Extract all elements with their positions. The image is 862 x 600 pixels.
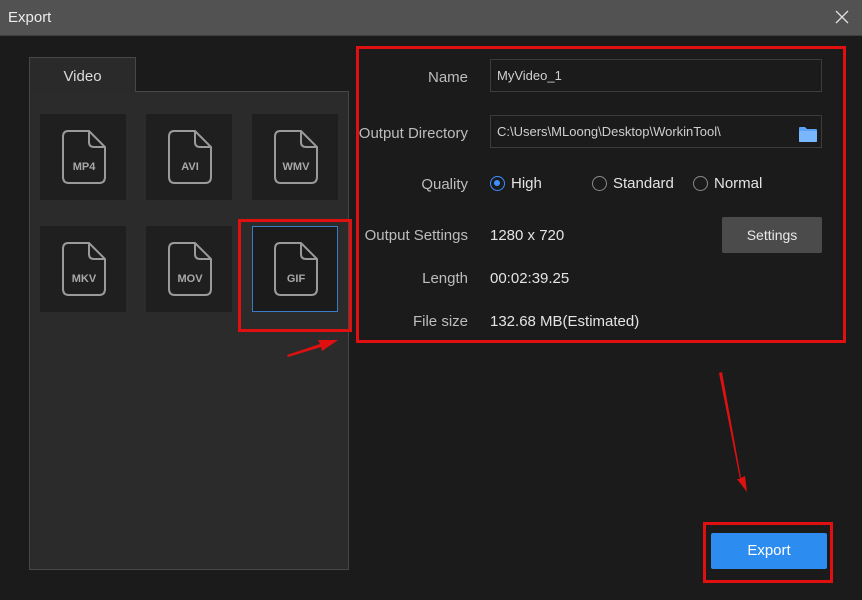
output-settings-label: Output Settings: [364, 227, 468, 244]
name-input-value: MyVideo_1: [497, 68, 562, 83]
format-wmv[interactable]: WMV: [252, 114, 338, 200]
settings-button[interactable]: Settings: [722, 217, 822, 253]
tab-video-label: Video: [63, 68, 102, 85]
format-gif[interactable]: GIF: [252, 226, 338, 312]
radio-unchecked-icon: [592, 176, 607, 191]
name-input[interactable]: MyVideo_1: [490, 59, 822, 92]
format-mp4[interactable]: MP4: [40, 114, 126, 200]
file-size-label: File size: [412, 313, 468, 330]
file-icon: MOV: [168, 242, 212, 296]
folder-icon[interactable]: [798, 123, 818, 142]
output-directory-label: Output Directory: [358, 125, 468, 142]
quality-normal-label: Normal: [714, 175, 763, 192]
radio-unchecked-icon: [693, 176, 708, 191]
arrow-to-export: [719, 372, 747, 492]
file-icon: AVI: [168, 130, 212, 184]
length-label: Length: [422, 270, 468, 287]
close-icon[interactable]: [834, 9, 850, 25]
file-icon: MP4: [62, 130, 106, 184]
format-label: AVI: [181, 161, 199, 173]
name-label: Name: [427, 69, 468, 86]
tab-video[interactable]: Video: [29, 57, 136, 93]
output-settings-value: 1280 x 720: [490, 227, 565, 244]
file-icon: WMV: [274, 130, 318, 184]
file-size-value: 132.68 MB(Estimated): [490, 313, 640, 330]
window-title: Export: [8, 9, 52, 26]
quality-high-label: High: [511, 175, 542, 192]
length-value: 00:02:39.25: [490, 270, 570, 287]
tab-joint: [30, 90, 135, 93]
format-label: MP4: [73, 161, 97, 173]
format-label: MKV: [72, 273, 97, 285]
title-bar: Export: [0, 0, 862, 36]
format-avi[interactable]: AVI: [146, 114, 232, 200]
radio-checked-icon: [490, 176, 505, 191]
format-mkv[interactable]: MKV: [40, 226, 126, 312]
output-directory-input[interactable]: C:\Users\MLoong\Desktop\WorkinTool\: [490, 115, 822, 148]
file-icon: GIF: [274, 242, 318, 296]
file-icon: MKV: [62, 242, 106, 296]
format-label: WMV: [283, 161, 311, 173]
format-mov[interactable]: MOV: [146, 226, 232, 312]
quality-label: Quality: [421, 176, 468, 193]
format-label: GIF: [287, 273, 306, 285]
format-label: MOV: [177, 273, 203, 285]
output-directory-value: C:\Users\MLoong\Desktop\WorkinTool\: [497, 124, 721, 139]
export-button[interactable]: Export: [711, 533, 827, 569]
quality-standard-label: Standard: [613, 175, 674, 192]
